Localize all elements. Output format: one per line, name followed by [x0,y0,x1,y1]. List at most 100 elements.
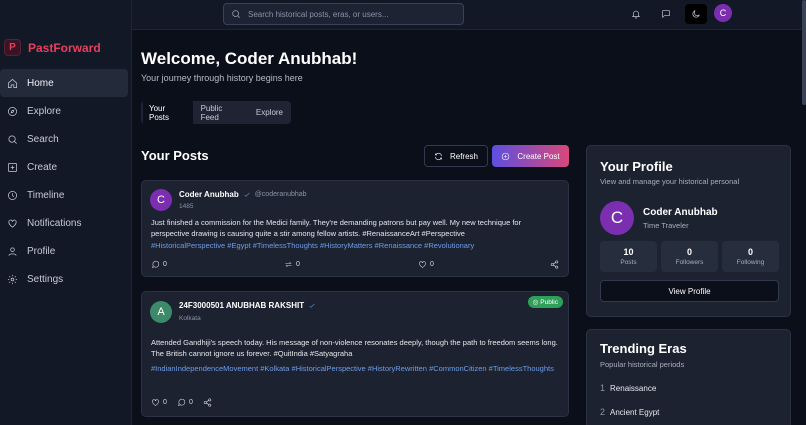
sidebar-item-timeline[interactable]: Timeline [0,181,128,209]
share-button[interactable] [203,398,212,407]
home-icon [7,78,18,89]
refresh-button[interactable]: Refresh [424,145,488,167]
heart-icon [419,261,426,268]
plus-circle-icon [502,152,510,160]
heart-icon [7,218,18,229]
post-author[interactable]: Coder Anubhab @coderanubhab [179,190,307,199]
era-rank: 2 [600,407,606,417]
top-bar: C [132,0,806,30]
message-icon[interactable] [658,6,674,22]
sidebar-item-settings[interactable]: Settings [0,265,128,293]
post-author[interactable]: 24F3000501 ANUBHAB RAKSHIT [179,301,316,310]
stat-label: Following [736,259,765,266]
view-profile-button[interactable]: View Profile [600,280,779,302]
page-title: Welcome, Coder Anubhab! [141,49,358,68]
sidebar: P PastForward Home Explore Search Create… [0,0,132,425]
sidebar-item-explore[interactable]: Explore [0,97,128,125]
like-button[interactable]: 0 [418,260,434,269]
stat-value: 10 [623,247,634,257]
tab-explore[interactable]: Explore [250,104,289,121]
like-count: 0 [163,399,167,406]
post-card[interactable]: ◎ Public A 24F3000501 ANUBHAB RAKSHIT Ko… [141,291,569,417]
section-title: Your Posts [141,148,209,163]
scrollbar[interactable] [802,0,806,425]
post-avatar[interactable]: A [150,301,172,323]
stat-following[interactable]: 0 Following [722,241,779,272]
panel-title: Your Profile [600,159,673,174]
era-label: Ancient Egypt [610,407,660,417]
gear-icon [7,274,18,285]
trending-era-item[interactable]: 1 Renaissance [600,383,656,393]
share-button[interactable] [550,260,559,269]
status-badge: ◎ Public [527,296,563,308]
page-subtitle: Your journey through history begins here [141,73,303,83]
clock-icon [7,190,18,201]
panel-subtitle: View and manage your historical personal [600,177,740,186]
sidebar-item-label: Timeline [27,189,65,201]
stat-value: 0 [686,247,692,257]
refresh-label: Refresh [449,151,478,161]
verified-check-icon [308,302,316,310]
sidebar-item-label: Home [27,77,54,89]
create-post-label: Create Post [517,151,560,161]
bell-icon[interactable] [628,6,644,22]
sidebar-item-create[interactable]: Create [0,153,128,181]
scrollbar-thumb[interactable] [802,0,806,105]
status-badge-label: Public [540,298,558,306]
stat-posts[interactable]: 10 Posts [600,241,657,272]
sidebar-item-label: Create [27,161,58,173]
post-location: Kolkata [179,315,201,322]
comment-icon [151,260,160,269]
brand-logo-icon: P [4,39,21,56]
feed-tabs: Your Posts Public Feed Explore [141,99,291,126]
sidebar-item-search[interactable]: Search [0,125,128,153]
repost-button[interactable]: 0 [284,260,300,269]
moon-icon[interactable] [685,4,707,24]
sidebar-item-notifications[interactable]: Notifications [0,209,128,237]
like-button[interactable]: 0 [151,398,167,407]
create-post-button[interactable]: Create Post [492,145,569,167]
panel-subtitle: Popular historical periods [600,360,685,369]
sidebar-item-label: Notifications [27,217,82,229]
profile-panel: Your Profile View and manage your histor… [586,145,791,317]
post-year: 1485 [179,203,194,210]
trending-era-item[interactable]: 2 Ancient Egypt [600,407,659,417]
avatar[interactable]: C [714,4,732,22]
post-author-name: 24F3000501 ANUBHAB RAKSHIT [179,301,305,310]
stat-followers[interactable]: 0 Followers [661,241,718,272]
post-body: Just finished a commission for the Medic… [151,218,522,238]
post-tags[interactable]: #IndianIndependenceMovement #Kolkata #Hi… [151,363,561,374]
search-box[interactable] [223,3,464,25]
era-rank: 1 [600,383,606,393]
heart-icon [152,399,159,406]
user-icon [7,246,18,257]
sidebar-item-profile[interactable]: Profile [0,237,128,265]
tab-public-feed[interactable]: Public Feed [195,100,248,126]
comment-count: 0 [163,261,167,268]
post-avatar[interactable]: C [150,189,172,211]
search-icon [7,134,18,145]
sidebar-item-label: Search [27,133,59,145]
profile-role: Time Traveler [643,221,689,230]
brand[interactable]: P PastForward [4,39,101,56]
post-card[interactable]: C Coder Anubhab @coderanubhab 1485 Just … [141,180,569,277]
sidebar-item-label: Settings [27,273,64,285]
post-author-name: Coder Anubhab [179,190,239,199]
comment-button[interactable]: 0 [151,260,167,269]
verified-check-icon [243,191,251,199]
refresh-icon [435,152,442,160]
repost-icon [285,262,292,267]
sidebar-item-home[interactable]: Home [0,69,128,97]
search-input[interactable] [248,9,448,19]
like-count: 0 [430,261,434,268]
post-tags[interactable]: #HistoricalPerspective #Egypt #TimelessT… [151,240,561,251]
plus-square-icon [7,162,18,173]
avatar[interactable]: C [600,201,634,235]
comment-button[interactable]: 0 [177,398,193,407]
post-handle: @coderanubhab [254,191,307,198]
tab-your-posts[interactable]: Your Posts [143,99,193,126]
share-icon [203,398,212,407]
post-body: Attended Gandhiji's speech today. His me… [151,338,558,358]
profile-name: Coder Anubhab [643,207,718,218]
comment-count: 0 [189,399,193,406]
